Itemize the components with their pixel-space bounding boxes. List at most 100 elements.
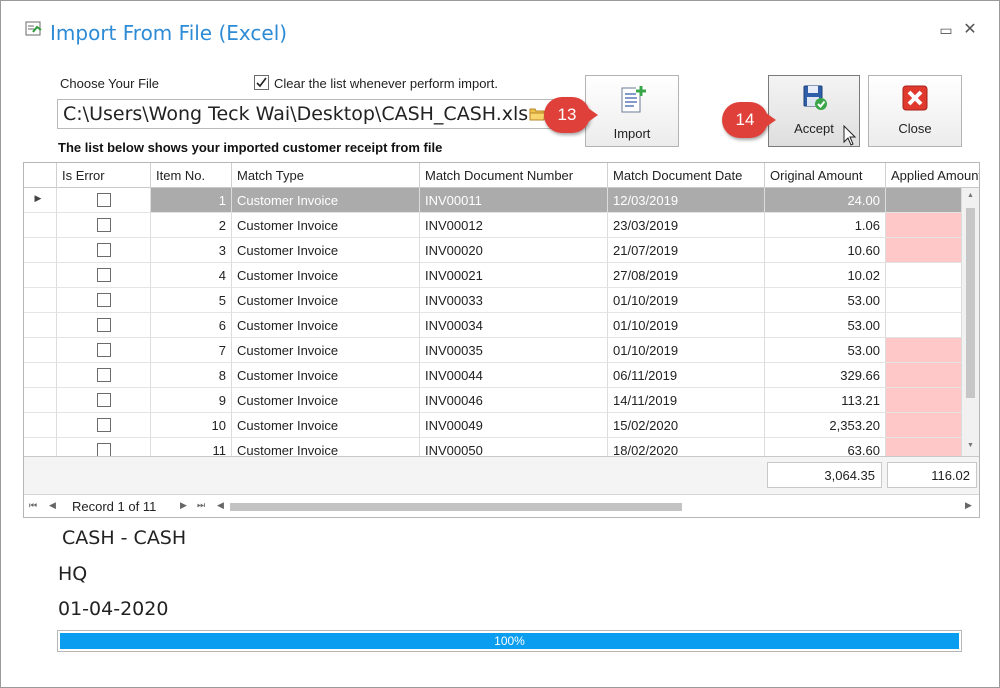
cell-match-type[interactable]: Customer Invoice	[232, 238, 420, 263]
cell-match-type[interactable]: Customer Invoice	[232, 313, 420, 338]
cell-applied[interactable]	[886, 238, 962, 263]
is-error-checkbox-cell[interactable]	[57, 388, 151, 413]
cell-doc-date[interactable]: 06/11/2019	[608, 363, 765, 388]
cell-item-no[interactable]: 6	[151, 313, 232, 338]
is-error-checkbox[interactable]	[97, 343, 111, 357]
cell-item-no[interactable]: 8	[151, 363, 232, 388]
table-row[interactable]: 2 Customer Invoice INV00012 23/03/2019 1.06	[24, 213, 979, 238]
scroll-left-icon[interactable]: ◀	[217, 500, 224, 511]
cell-doc-no[interactable]: INV00021	[420, 263, 608, 288]
cell-applied[interactable]	[886, 263, 962, 288]
close-button[interactable]: Close	[868, 75, 962, 147]
is-error-checkbox[interactable]	[97, 318, 111, 332]
is-error-checkbox-cell[interactable]	[57, 288, 151, 313]
scroll-down-icon[interactable]: ▼	[962, 442, 979, 449]
cell-item-no[interactable]: 9	[151, 388, 232, 413]
cell-original[interactable]: 329.66	[765, 363, 886, 388]
cell-doc-no[interactable]: INV00050	[420, 438, 608, 456]
scroll-up-icon[interactable]: ▲	[962, 192, 979, 199]
cell-doc-date[interactable]: 01/10/2019	[608, 288, 765, 313]
cell-original[interactable]: 2,353.20	[765, 413, 886, 438]
cell-match-type[interactable]: Customer Invoice	[232, 288, 420, 313]
is-error-checkbox[interactable]	[97, 193, 111, 207]
cell-doc-date[interactable]: 01/10/2019	[608, 313, 765, 338]
file-path-input[interactable]: C:\Users\Wong Teck Wai\Desktop\CASH_CASH…	[57, 99, 577, 129]
cell-match-type[interactable]: Customer Invoice	[232, 338, 420, 363]
cell-applied[interactable]	[886, 338, 962, 363]
import-button[interactable]: Import	[585, 75, 679, 147]
is-error-checkbox[interactable]	[97, 268, 111, 282]
column-header-doc-number[interactable]: Match Document Number	[420, 163, 608, 188]
table-row[interactable]: 3 Customer Invoice INV00020 21/07/2019 10.60	[24, 238, 979, 263]
is-error-checkbox-cell[interactable]	[57, 413, 151, 438]
is-error-checkbox-cell[interactable]	[57, 438, 151, 456]
cell-applied[interactable]	[886, 313, 962, 338]
table-row[interactable]: 7 Customer Invoice INV00035 01/10/2019 53.00	[24, 338, 979, 363]
cell-applied[interactable]	[886, 213, 962, 238]
receipt-grid[interactable]: Is Error Item No. Match Type Match Docum…	[23, 162, 980, 518]
is-error-checkbox-cell[interactable]	[57, 188, 151, 213]
cell-doc-no[interactable]: INV00035	[420, 338, 608, 363]
cell-doc-date[interactable]: 23/03/2019	[608, 213, 765, 238]
horizontal-scroll-thumb[interactable]	[230, 503, 682, 511]
cell-item-no[interactable]: 1	[151, 188, 232, 213]
is-error-checkbox[interactable]	[97, 443, 111, 456]
cell-item-no[interactable]: 3	[151, 238, 232, 263]
cell-match-type[interactable]: Customer Invoice	[232, 438, 420, 456]
column-header-applied-amount[interactable]: Applied Amount	[886, 163, 979, 188]
table-row[interactable]: 10 Customer Invoice INV00049 15/02/2020 2,35…	[24, 413, 979, 438]
column-header-item-no[interactable]: Item No.	[151, 163, 232, 188]
cell-item-no[interactable]: 10	[151, 413, 232, 438]
close-window-icon[interactable]: ✕	[963, 22, 977, 38]
table-row[interactable]: 5 Customer Invoice INV00033 01/10/2019 53.00	[24, 288, 979, 313]
cell-doc-no[interactable]: INV00011	[420, 188, 608, 213]
cell-applied[interactable]	[886, 288, 962, 313]
cell-doc-date[interactable]: 01/10/2019	[608, 338, 765, 363]
cell-original[interactable]: 113.21	[765, 388, 886, 413]
is-error-checkbox-cell[interactable]	[57, 213, 151, 238]
is-error-checkbox[interactable]	[97, 418, 111, 432]
cell-doc-date[interactable]: 21/07/2019	[608, 238, 765, 263]
cell-doc-date[interactable]: 15/02/2020	[608, 413, 765, 438]
is-error-checkbox[interactable]	[97, 243, 111, 257]
cell-item-no[interactable]: 2	[151, 213, 232, 238]
is-error-checkbox[interactable]	[97, 393, 111, 407]
cell-applied[interactable]	[886, 388, 962, 413]
cell-applied[interactable]	[886, 363, 962, 388]
cell-applied[interactable]	[886, 413, 962, 438]
scroll-right-icon[interactable]: ▶	[965, 500, 972, 511]
is-error-checkbox-cell[interactable]	[57, 338, 151, 363]
is-error-checkbox-cell[interactable]	[57, 313, 151, 338]
cell-doc-no[interactable]: INV00046	[420, 388, 608, 413]
cell-doc-date[interactable]: 27/08/2019	[608, 263, 765, 288]
is-error-checkbox-cell[interactable]	[57, 263, 151, 288]
cell-original[interactable]: 53.00	[765, 313, 886, 338]
cell-applied[interactable]	[886, 188, 962, 213]
table-row[interactable]: 8 Customer Invoice INV00044 06/11/2019 329.6…	[24, 363, 979, 388]
cell-original[interactable]: 1.06	[765, 213, 886, 238]
cell-doc-no[interactable]: INV00044	[420, 363, 608, 388]
is-error-checkbox[interactable]	[97, 218, 111, 232]
previous-record-icon[interactable]: ◀	[49, 500, 56, 511]
cell-match-type[interactable]: Customer Invoice	[232, 388, 420, 413]
scroll-thumb[interactable]	[966, 208, 975, 398]
minimize-icon[interactable]: ▭	[939, 23, 953, 37]
first-record-icon[interactable]: ⏮	[29, 500, 37, 511]
cell-match-type[interactable]: Customer Invoice	[232, 363, 420, 388]
cell-doc-no[interactable]: INV00020	[420, 238, 608, 263]
cell-original[interactable]: 10.02	[765, 263, 886, 288]
cell-original[interactable]: 53.00	[765, 288, 886, 313]
cell-match-type[interactable]: Customer Invoice	[232, 263, 420, 288]
is-error-checkbox[interactable]	[97, 293, 111, 307]
is-error-checkbox-cell[interactable]	[57, 363, 151, 388]
vertical-scrollbar[interactable]: ▲ ▼	[962, 188, 979, 456]
clear-list-checkbox[interactable]	[254, 75, 269, 90]
table-row[interactable]: ▶ 1 Customer Invoice INV00011 12/03/2019 24.0…	[24, 188, 979, 213]
last-record-icon[interactable]: ⏭	[197, 500, 205, 511]
table-row[interactable]: 4 Customer Invoice INV00021 27/08/2019 10.02	[24, 263, 979, 288]
cell-item-no[interactable]: 5	[151, 288, 232, 313]
cell-original[interactable]: 63.60	[765, 438, 886, 456]
cell-item-no[interactable]: 4	[151, 263, 232, 288]
cell-doc-no[interactable]: INV00034	[420, 313, 608, 338]
cell-applied[interactable]	[886, 438, 962, 456]
